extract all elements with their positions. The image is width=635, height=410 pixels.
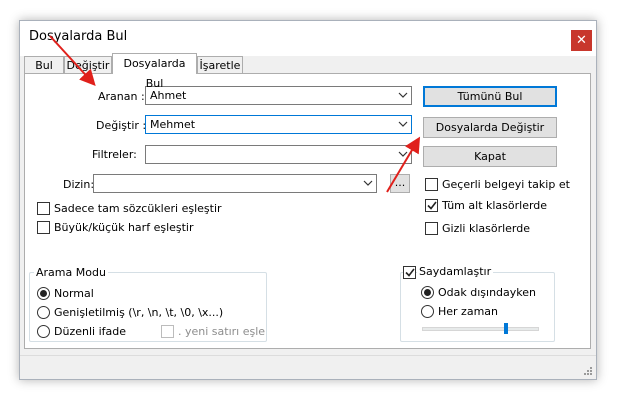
find-label: Aranan : (98, 90, 145, 103)
on-losing-focus-radio[interactable] (421, 286, 434, 299)
replace-label: Değiştir : (96, 119, 147, 132)
find-in-files-dialog: Dosyalarda Bul ✕ Bul Değiştir Dosyalarda… (19, 20, 597, 380)
transparency-slider-track[interactable] (422, 327, 539, 331)
radio-dot (40, 290, 47, 297)
replace-value: Mehmet (150, 118, 196, 131)
tab-replace[interactable]: Değiştir (64, 56, 112, 73)
close-icon: ✕ (576, 33, 587, 48)
chevron-down-icon (398, 151, 408, 157)
regex-mode-radio[interactable] (37, 325, 50, 338)
dot-matches-newline-label: . yeni satırı eşle (178, 325, 266, 338)
all-subfolders-checkbox[interactable] (425, 199, 438, 212)
close-window-button[interactable]: ✕ (571, 30, 592, 51)
follow-current-doc-checkbox[interactable] (425, 178, 438, 191)
checkmark-icon (427, 201, 437, 210)
chevron-down-icon (398, 121, 408, 127)
on-losing-focus-label: Odak dışındayken (438, 286, 536, 299)
directory-combobox[interactable] (93, 174, 377, 193)
search-mode-legend: Arama Modu (34, 266, 108, 279)
status-bar (20, 355, 596, 379)
transparency-checkbox[interactable] (403, 266, 416, 279)
normal-mode-label: Normal (54, 287, 94, 300)
match-case-checkbox[interactable] (37, 221, 50, 234)
window-title: Dosyalarda Bul (29, 29, 128, 44)
whole-word-label: Sadece tam sözcükleri eşleştir (54, 202, 222, 215)
chevron-down-icon (363, 180, 373, 186)
resize-grip-icon[interactable] (583, 366, 593, 376)
browse-directory-button[interactable]: ... (390, 174, 410, 193)
transparency-slider-thumb[interactable] (504, 323, 509, 334)
tab-find[interactable]: Bul (24, 56, 64, 73)
radio-dot (424, 289, 431, 296)
always-label: Her zaman (438, 305, 499, 318)
all-subfolders-label: Tüm alt klasörlerde (442, 199, 548, 212)
follow-current-doc-label: Geçerli belgeyi takip et (442, 178, 570, 191)
filters-label: Filtreler: (92, 148, 137, 161)
dot-matches-newline-checkbox[interactable] (161, 325, 174, 338)
regex-mode-label: Düzenli ifade (54, 325, 126, 338)
tab-mark[interactable]: İşaretle (197, 56, 243, 73)
filters-combobox[interactable] (145, 145, 412, 164)
replace-in-files-button[interactable]: Dosyalarda Değiştir (423, 117, 557, 138)
find-combobox[interactable]: Ahmet (145, 86, 412, 105)
match-case-label: Büyük/küçük harf eşleştir (54, 221, 194, 234)
hidden-folders-checkbox[interactable] (425, 222, 438, 235)
always-radio[interactable] (421, 305, 434, 318)
transparency-label: Saydamlaştır (417, 265, 494, 278)
replace-combobox[interactable]: Mehmet (145, 115, 412, 134)
tab-find-in-files[interactable]: Dosyalarda Bul (112, 53, 197, 90)
normal-mode-radio[interactable] (37, 287, 50, 300)
title-bar[interactable]: Dosyalarda Bul ✕ (20, 21, 596, 56)
whole-word-checkbox[interactable] (37, 202, 50, 215)
chevron-down-icon (398, 92, 408, 98)
directory-label: Dizin: (63, 178, 95, 191)
find-all-button[interactable]: Tümünü Bul (423, 86, 557, 107)
checkmark-icon (405, 268, 415, 277)
extended-mode-label: Genişletilmiş (\r, \n, \t, \0, \x...) (54, 306, 224, 319)
extended-mode-radio[interactable] (37, 306, 50, 319)
hidden-folders-label: Gizli klasörlerde (442, 222, 531, 235)
close-button[interactable]: Kapat (423, 146, 557, 167)
